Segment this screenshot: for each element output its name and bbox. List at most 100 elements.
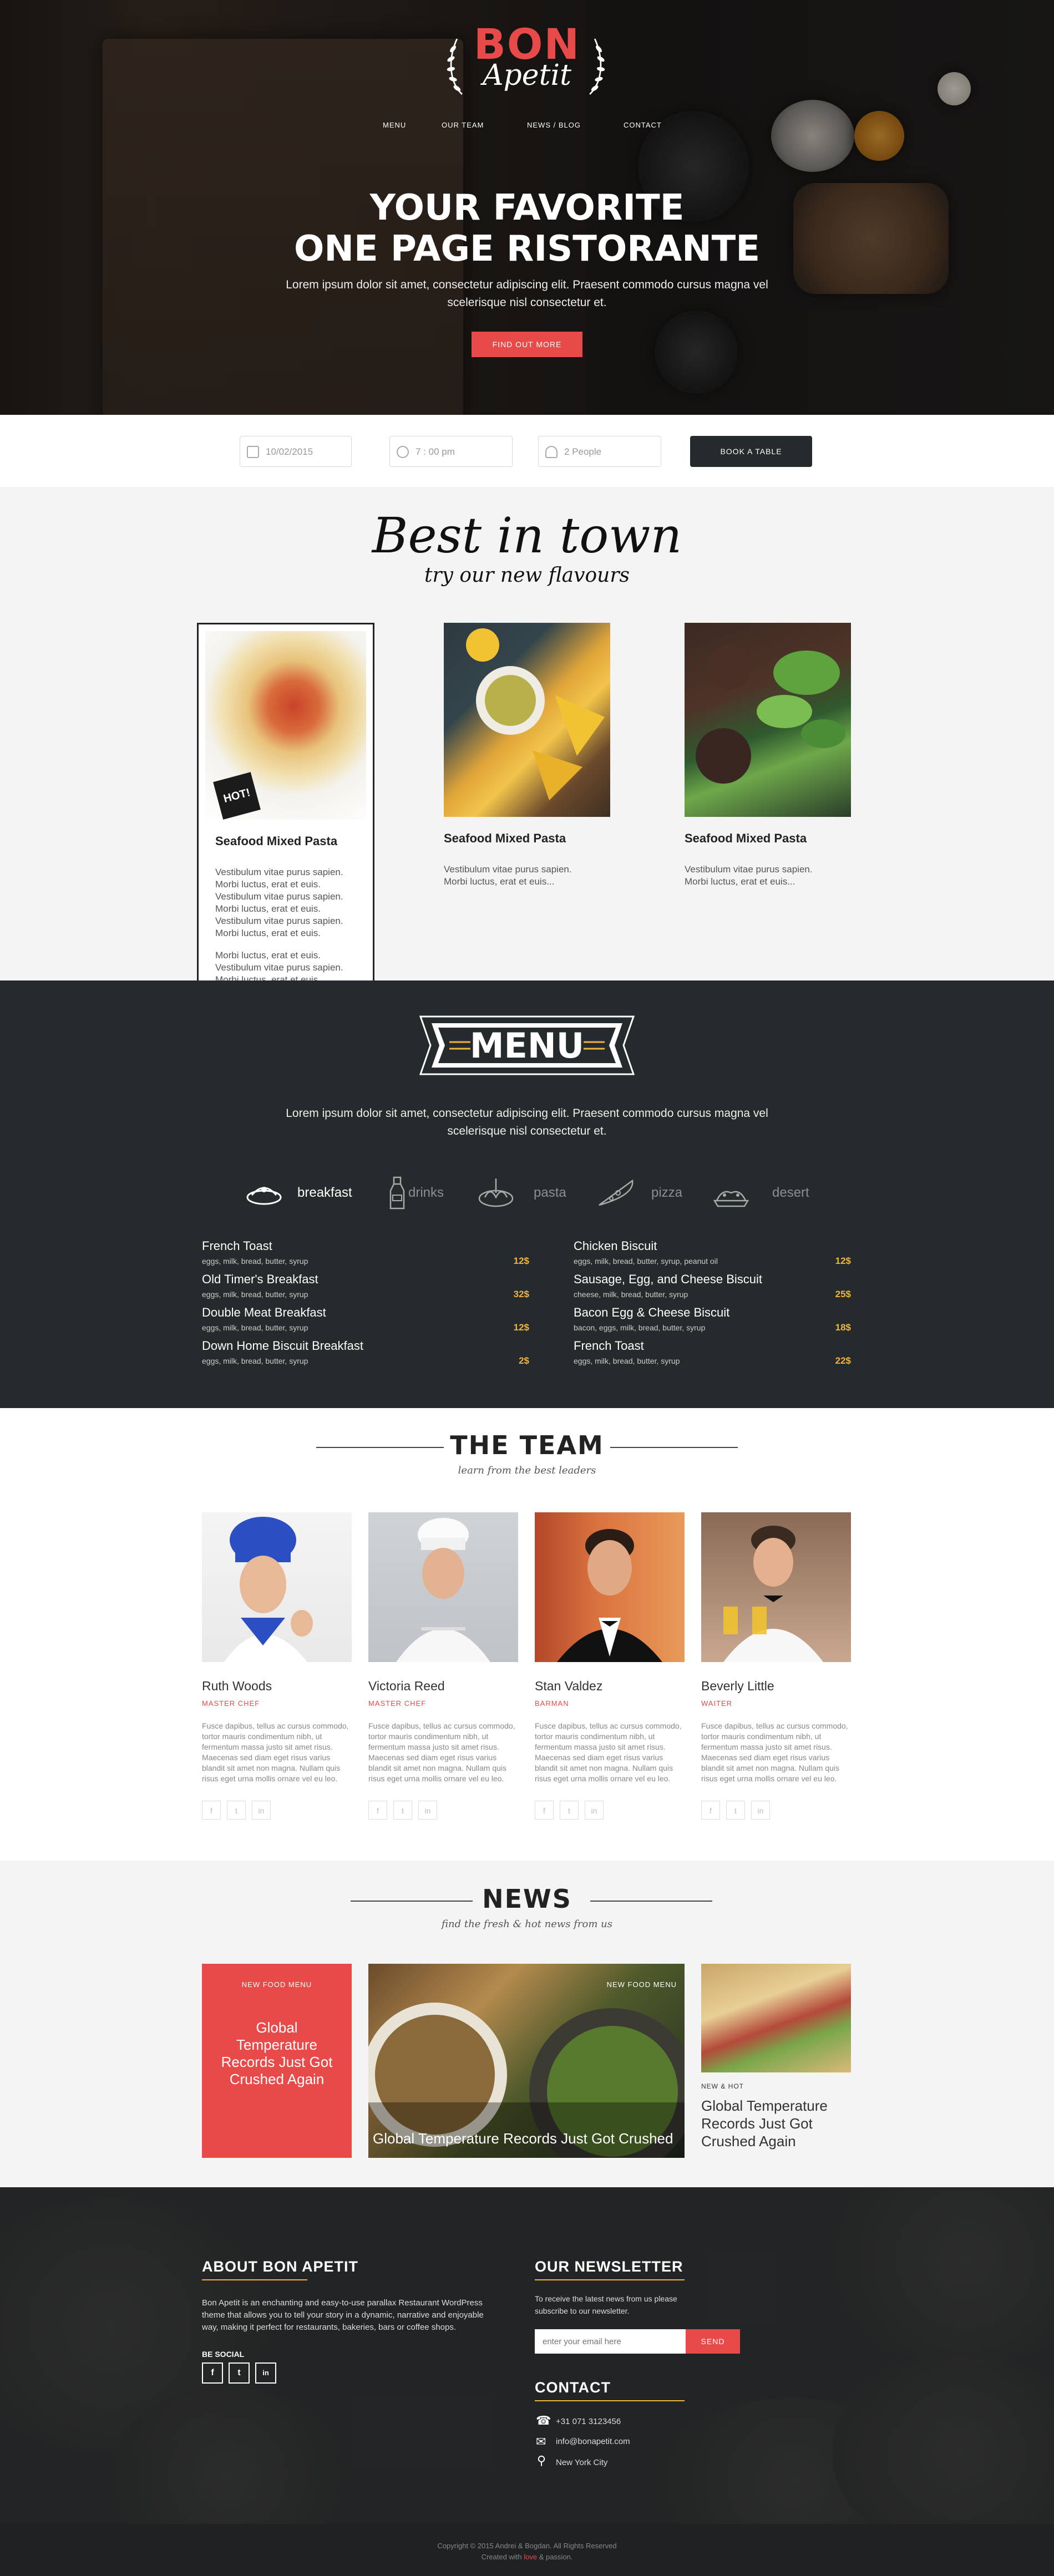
member-bio: Fusce dapibus, tellus ac cursus commodo,… [701, 1721, 848, 1783]
news-card-3[interactable]: NEW & HOT Global Temperature Records Jus… [701, 1964, 851, 2158]
twitter-icon[interactable]: t [229, 2362, 250, 2384]
nav-news-blog[interactable]: NEWS / BLOG [527, 121, 581, 129]
facebook-icon[interactable]: f [202, 1801, 221, 1820]
twitter-icon[interactable]: t [560, 1801, 579, 1820]
linkedin-icon[interactable]: in [418, 1801, 437, 1820]
person-icon [545, 446, 558, 458]
nav-menu[interactable]: MENU [383, 121, 406, 129]
linkedin-icon[interactable]: in [751, 1801, 770, 1820]
find-out-more-button[interactable]: FIND OUT MORE [472, 332, 582, 357]
twitter-icon[interactable]: t [393, 1801, 412, 1820]
clock-icon [397, 446, 409, 458]
facebook-icon[interactable]: f [368, 1801, 387, 1820]
newsletter-email-input[interactable] [535, 2329, 686, 2354]
menu-item[interactable]: Sausage, Egg, and Cheese Biscuit cheese,… [574, 1272, 851, 1299]
news-tag: NEW FOOD MENU [606, 1980, 677, 1989]
linkedin-icon[interactable]: in [252, 1801, 271, 1820]
date-field[interactable]: 10/02/2015 [240, 436, 352, 467]
newsletter-text: To receive the latest news from us pleas… [535, 2294, 677, 2315]
category-label: breakfast [297, 1185, 352, 1200]
team-member[interactable]: Ruth Woods MASTER CHEF Fusce dapibus, te… [202, 1512, 352, 1821]
news-card-1[interactable]: NEW FOOD MENU Global Temperature Records… [202, 1964, 352, 2158]
twitter-icon[interactable]: t [726, 1801, 745, 1820]
hot-badge: HOT! [213, 772, 261, 820]
news-card-2[interactable]: NEW FOOD MENU Global Temperature Records… [368, 1964, 685, 2158]
about-title: ABOUT BON APETIT [202, 2258, 358, 2275]
menu-item[interactable]: French Toast eggs, milk, bread, butter, … [202, 1239, 529, 1266]
member-name: Victoria Reed [368, 1679, 445, 1693]
news-subtitle: find the fresh & hot news from us [442, 1918, 612, 1930]
category-label: drinks [408, 1185, 444, 1200]
about-text: Bon Apetit is an enchanting and easy-to-… [202, 2298, 484, 2332]
category-label: pasta [534, 1185, 566, 1200]
menu-section: MENU Lorem ipsum dolor sit amet, consect… [0, 980, 1054, 1408]
menu-badge: MENU [409, 1011, 645, 1080]
member-photo [535, 1512, 685, 1662]
menu-item[interactable]: Chicken Biscuit eggs, milk, bread, butte… [574, 1239, 851, 1266]
member-bio: Fusce dapibus, tellus ac cursus commodo,… [202, 1721, 349, 1783]
best-title: Best in town [372, 507, 682, 564]
member-social: f t in [368, 1801, 518, 1821]
nav-our-team[interactable]: OUR TEAM [442, 121, 484, 129]
team-member[interactable]: Victoria Reed MASTER CHEF Fusce dapibus,… [368, 1512, 518, 1821]
people-field[interactable]: 2 People [538, 436, 661, 467]
category-label: desert [772, 1185, 809, 1200]
dish-card-2[interactable]: Seafood Mixed Pasta Vestibulum vitae pur… [444, 623, 610, 888]
member-name: Stan Valdez [535, 1679, 603, 1693]
love-text: love [524, 2553, 538, 2561]
contact-phone: +31 071 3123456 [556, 2417, 621, 2426]
menu-item[interactable]: Double Meat Breakfast eggs, milk, bread,… [202, 1305, 529, 1333]
news-section: NEWS find the fresh & hot news from us N… [0, 1861, 1054, 2187]
team-section: THE TEAM learn from the best leaders Rut… [0, 1408, 1054, 1861]
time-field[interactable]: 7 : 00 pm [389, 436, 513, 467]
logo[interactable]: BON Apetit [438, 22, 616, 100]
phone-icon: ☎ [536, 2414, 551, 2427]
menu-item[interactable]: Down Home Biscuit Breakfast eggs, milk, … [202, 1339, 529, 1366]
menu-item[interactable]: French Toast eggs, milk, bread, butter, … [574, 1339, 851, 1366]
facebook-icon[interactable]: f [701, 1801, 720, 1820]
team-member[interactable]: Beverly Little WAITER Fusce dapibus, tel… [701, 1512, 851, 1821]
created-with: Created with love & passion. [481, 2553, 573, 2561]
contact-email[interactable]: info@bonapetit.com [556, 2436, 630, 2448]
breakfast-icon [246, 1187, 282, 1205]
dish-name: Seafood Mixed Pasta [685, 831, 807, 845]
category-breakfast[interactable]: breakfast [244, 1176, 366, 1210]
twitter-icon[interactable]: t [227, 1801, 246, 1820]
member-role: BARMAN [535, 1699, 569, 1708]
category-desert[interactable]: desert [711, 1176, 811, 1210]
member-photo [368, 1512, 518, 1662]
nav-contact[interactable]: CONTACT [624, 121, 662, 129]
pasta-icon [478, 1178, 514, 1207]
member-bio: Fusce dapibus, tellus ac cursus commodo,… [368, 1721, 515, 1783]
news-headline: Global Temperature Records Just Got Crus… [701, 2097, 828, 2150]
news-headline: Global Temperature Records Just Got Crus… [221, 2019, 333, 2087]
send-button[interactable]: SEND [686, 2329, 740, 2354]
linkedin-icon[interactable]: in [585, 1801, 604, 1820]
category-pizza[interactable]: pizza [596, 1176, 690, 1210]
linkedin-icon[interactable]: in [255, 2362, 276, 2384]
mail-icon: ✉ [536, 2435, 546, 2448]
member-photo [701, 1512, 851, 1662]
menu-item[interactable]: Old Timer's Breakfast eggs, milk, bread,… [202, 1272, 529, 1299]
menu-item[interactable]: Bacon Egg & Cheese Biscuit bacon, eggs, … [574, 1305, 851, 1333]
newsletter-title: OUR NEWSLETTER [535, 2258, 683, 2275]
menu-title: MENU [469, 1025, 585, 1066]
team-member[interactable]: Stan Valdez BARMAN Fusce dapibus, tellus… [535, 1512, 685, 1821]
dish-description: Vestibulum vitae purus sapien. Morbi luc… [444, 864, 572, 887]
category-pasta[interactable]: pasta [476, 1176, 576, 1210]
dish-image-salad [685, 623, 851, 817]
dish-card-3[interactable]: Seafood Mixed Pasta Vestibulum vitae pur… [685, 623, 851, 888]
member-role: MASTER CHEF [368, 1699, 427, 1708]
dish-description: Vestibulum vitae purus sapien. Morbi luc… [215, 867, 343, 938]
dish-description: Vestibulum vitae purus sapien. Morbi luc… [685, 864, 813, 887]
facebook-icon[interactable]: f [202, 2362, 223, 2384]
category-drinks[interactable]: drinks [377, 1176, 460, 1210]
footer: ABOUT BON APETIT Bon Apetit is an enchan… [0, 2187, 1054, 2524]
booking-bar: 10/02/2015 7 : 00 pm 2 People BOOK A TAB… [0, 415, 1054, 487]
facebook-icon[interactable]: f [535, 1801, 554, 1820]
book-a-table-button[interactable]: BOOK A TABLE [690, 436, 812, 467]
hero-title: YOUR FAVORITE ONE PAGE RISTORANTE [293, 187, 761, 270]
dish-card-featured[interactable]: HOT! Seafood Mixed Pasta Vestibulum vita… [197, 623, 374, 999]
member-name: Beverly Little [701, 1679, 774, 1693]
member-bio: Fusce dapibus, tellus ac cursus commodo,… [535, 1721, 682, 1783]
